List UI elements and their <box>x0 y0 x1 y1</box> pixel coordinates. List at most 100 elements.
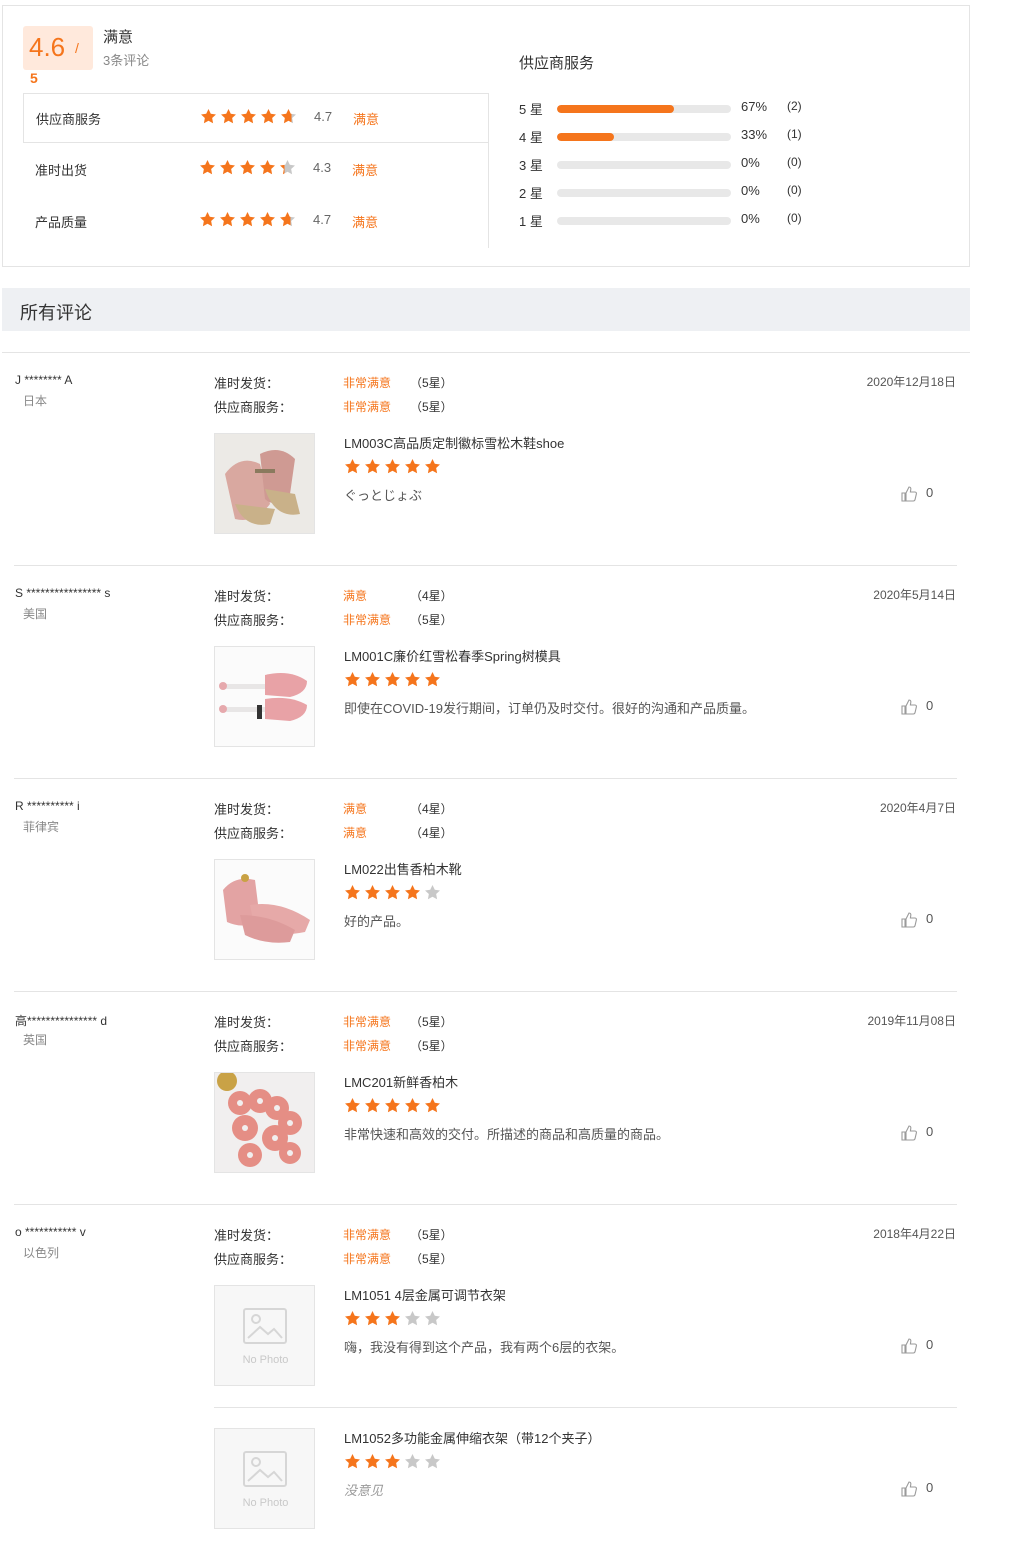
distribution-row-1: 1 星 0% (0) <box>519 211 819 231</box>
ontime-label: 准时发货： <box>214 376 280 391</box>
star-filled-icon <box>365 1098 380 1113</box>
metric-score: 4.7 <box>313 212 332 227</box>
star-filled-icon <box>220 212 235 227</box>
product-rating-stars <box>344 1453 444 1470</box>
divider <box>14 778 957 779</box>
star-empty-icon <box>405 1311 420 1326</box>
review-comment: 即使在COVID-19发行期间，订单仍及时交付。很好的沟通和产品质量。 <box>344 701 755 716</box>
review-date: 2020年12月18日 <box>866 375 956 389</box>
product-image-cedar-boot-tree[interactable] <box>214 859 315 960</box>
reviewed-product: LM003C高品质定制徽标雪松木鞋shoe ぐっとじょぶ 0 <box>214 433 956 535</box>
ontime-stars: （5星） <box>410 1015 453 1029</box>
ontime-level: 满意 <box>343 589 368 603</box>
no-photo-text: No Photo <box>242 1497 289 1509</box>
star-filled-icon <box>345 885 360 900</box>
section-title: 所有评论 <box>20 303 92 323</box>
product-title[interactable]: LMC201新鲜香柏木 <box>344 1072 458 1091</box>
thumbs-up-icon <box>901 912 917 928</box>
no-photo-placeholder: No Photo <box>215 1429 314 1528</box>
metric-name: 准时出货 <box>35 163 88 178</box>
like-count: 0 <box>926 485 934 500</box>
distribution-label: 2 星 <box>519 186 543 201</box>
star-partial-icon <box>280 212 295 227</box>
service-level: 非常满意 <box>343 400 392 414</box>
metric-row-service[interactable]: 供应商服务 4.7 满意 <box>23 93 488 143</box>
product-title[interactable]: LM001C廉价红雪松春季Spring树模具 <box>344 646 561 665</box>
distribution-title: 供应商服务 <box>519 55 595 72</box>
review-date: 2019年11月08日 <box>867 1014 956 1028</box>
ontime-label: 准时发货： <box>214 589 280 604</box>
service-label: 供应商服务： <box>214 1252 293 1267</box>
product-image-no-photo[interactable]: No Photo <box>214 1428 315 1529</box>
product-title[interactable]: LM1051 4层金属可调节衣架 <box>344 1285 506 1304</box>
distribution-row-3: 3 星 0% (0) <box>519 155 819 175</box>
star-filled-icon <box>365 459 380 474</box>
service-stars: （5星） <box>410 1252 453 1266</box>
distribution-percent: 67% <box>741 99 768 114</box>
star-filled-icon <box>201 109 216 124</box>
thumbs-up-icon <box>901 1125 917 1141</box>
metric-row-quality[interactable]: 产品质量 4.7 满意 <box>23 197 488 247</box>
reviewed-product: LM001C廉价红雪松春季Spring树模具 即使在COVID-19发行期间，订… <box>214 646 956 748</box>
star-filled-icon <box>405 885 420 900</box>
metric-row-ontime[interactable]: 准时出货 4.3 满意 <box>23 145 488 195</box>
reviewed-product: No Photo LM1052多功能金属伸缩衣架（带12个夹子） 没意见 0 <box>214 1428 956 1530</box>
star-filled-icon <box>345 1098 360 1113</box>
distribution-count: (2) <box>787 99 802 113</box>
star-filled-icon <box>365 1311 380 1326</box>
distribution-bar <box>557 189 731 197</box>
image-placeholder-icon <box>243 1308 287 1344</box>
distribution-percent: 0% <box>741 211 760 226</box>
like-count: 0 <box>926 1337 934 1352</box>
distribution-bar-fill <box>557 105 674 113</box>
review-date: 2018年4月22日 <box>873 1227 956 1241</box>
service-stars: （5星） <box>410 400 453 414</box>
distribution-count: (0) <box>787 183 802 197</box>
product-image-cedar-rings[interactable] <box>214 1072 315 1173</box>
review-count: 3条评论 <box>103 53 150 68</box>
star-filled-icon <box>385 1311 400 1326</box>
star-partial-icon <box>280 160 295 175</box>
star-filled-icon <box>345 1454 360 1469</box>
ontime-level: 非常满意 <box>343 1015 392 1029</box>
star-filled-icon <box>405 459 420 474</box>
star-filled-icon <box>240 160 255 175</box>
service-label: 供应商服务： <box>214 1039 293 1054</box>
review-date: 2020年4月7日 <box>879 801 956 815</box>
star-filled-icon <box>345 1311 360 1326</box>
distribution-bar-fill <box>557 133 615 141</box>
distribution-bar <box>557 105 731 113</box>
distribution-label: 5 星 <box>519 102 543 117</box>
product-title[interactable]: LM1052多功能金属伸缩衣架（带12个夹子） <box>344 1428 600 1447</box>
service-stars: （4星） <box>410 826 453 840</box>
metric-level: 满意 <box>352 215 379 230</box>
star-filled-icon <box>241 109 256 124</box>
service-label: 供应商服务： <box>214 826 293 841</box>
distribution-percent: 0% <box>741 155 760 170</box>
product-title[interactable]: LM022出售香柏木靴 <box>344 859 462 878</box>
ontime-stars: （4星） <box>410 802 453 816</box>
star-filled-icon <box>425 672 440 687</box>
product-image-spring-shoe-tree[interactable] <box>214 646 315 747</box>
product-image-shoe-tree[interactable] <box>214 433 315 534</box>
no-photo-text: No Photo <box>242 1354 289 1366</box>
service-label: 供应商服务： <box>214 613 293 628</box>
star-filled-icon <box>425 1098 440 1113</box>
review-comment: 没意见 <box>344 1483 384 1498</box>
product-title[interactable]: LM003C高品质定制徽标雪松木鞋shoe <box>344 433 564 452</box>
star-filled-icon <box>345 672 360 687</box>
star-empty-icon <box>425 1311 440 1326</box>
reviewer-country: 英国 <box>23 1033 48 1047</box>
like-count: 0 <box>926 911 934 926</box>
star-filled-icon <box>365 885 380 900</box>
divider <box>14 991 957 992</box>
star-filled-icon <box>365 1454 380 1469</box>
product-image-no-photo[interactable]: No Photo <box>214 1285 315 1386</box>
distribution-count: (0) <box>787 211 802 225</box>
divider <box>14 565 957 566</box>
service-level: 满意 <box>343 826 368 840</box>
divider <box>2 352 970 353</box>
star-filled-icon <box>385 1454 400 1469</box>
distribution-count: (0) <box>787 155 802 169</box>
star-filled-icon <box>425 459 440 474</box>
